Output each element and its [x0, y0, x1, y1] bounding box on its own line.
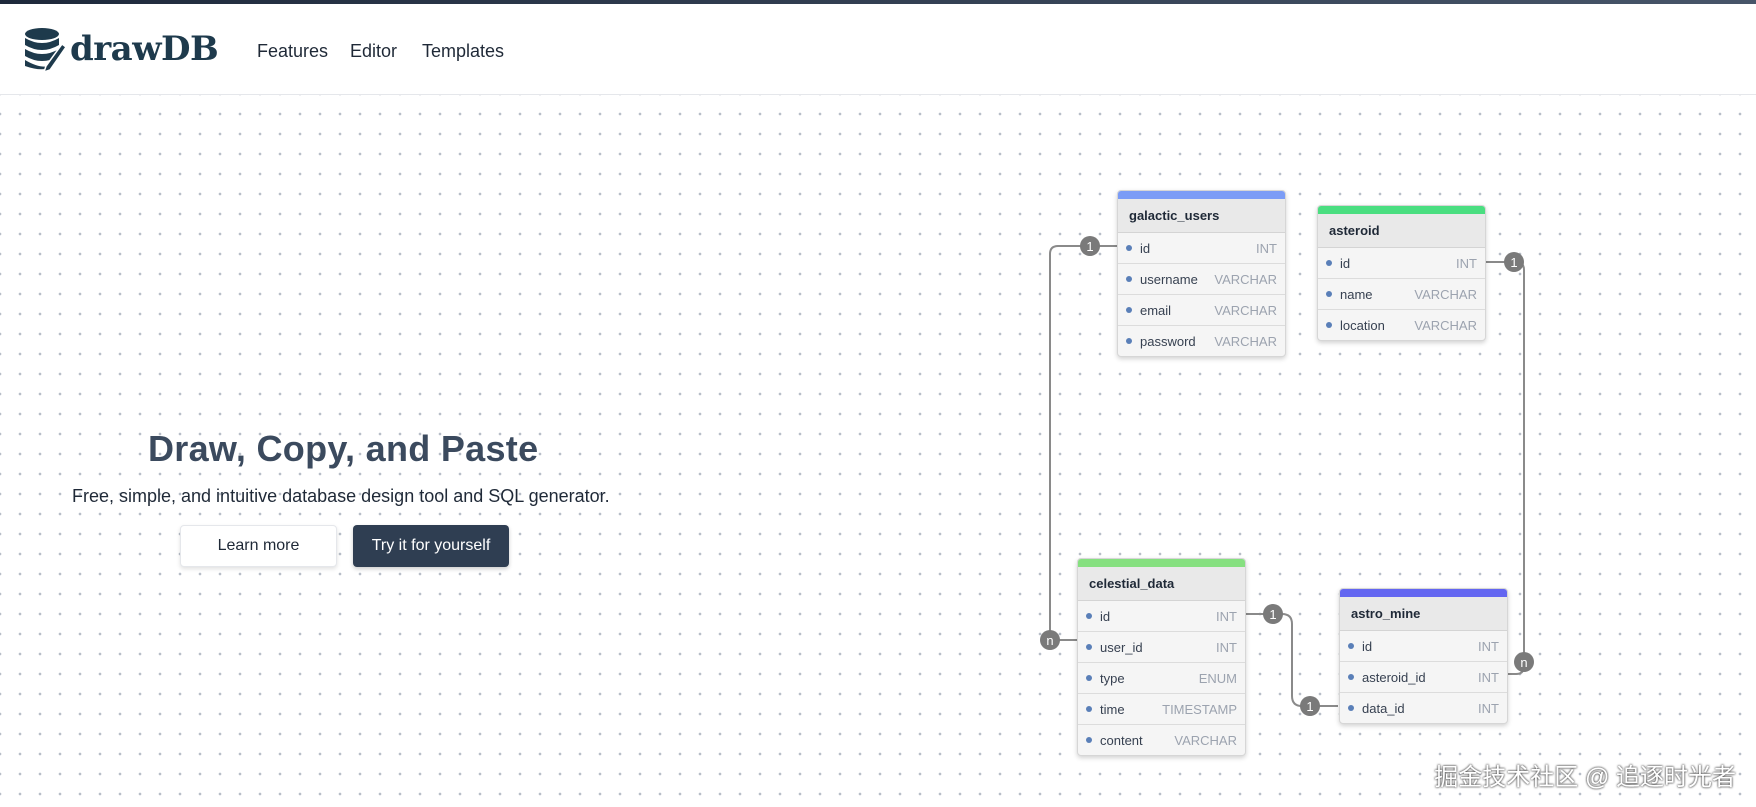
field-name: asteroid_id: [1362, 669, 1426, 685]
field-type: INT: [1478, 700, 1499, 716]
field-name: type: [1100, 670, 1125, 686]
field-type: INT: [1256, 240, 1277, 256]
field-type: VARCHAR: [1414, 317, 1477, 333]
field-dot: [1086, 737, 1092, 743]
table-asteroid[interactable]: asteroid id INT name VARCHAR location VARCH…: [1317, 205, 1486, 341]
field-dot: [1126, 338, 1132, 344]
nav-link-features[interactable]: Features: [257, 41, 328, 62]
field-dot: [1126, 245, 1132, 251]
field-row[interactable]: username VARCHAR: [1118, 264, 1285, 295]
field-type: ENUM: [1198, 670, 1237, 686]
table-galactic-users[interactable]: galactic_users id INT username VARCHAR ema…: [1117, 190, 1286, 357]
learn-more-button[interactable]: Learn more: [180, 525, 337, 567]
table-color-bar: [1318, 206, 1485, 214]
field-dot: [1326, 322, 1332, 328]
field-name: email: [1140, 302, 1172, 318]
field-type: VARCHAR: [1214, 271, 1277, 287]
field-name: user_id: [1100, 639, 1143, 655]
watermark: 掘金技术社区 @ 追逐时光者: [1434, 764, 1736, 791]
table-title: galactic_users: [1118, 199, 1285, 233]
field-dot: [1348, 643, 1354, 649]
field-name: id: [1340, 255, 1351, 271]
field-row[interactable]: user_id INT: [1078, 632, 1245, 663]
field-type: VARCHAR: [1414, 286, 1477, 302]
field-dot: [1086, 613, 1092, 619]
field-type: TIMESTAMP: [1162, 701, 1237, 717]
database-icon: [22, 26, 66, 72]
field-dot: [1348, 705, 1354, 711]
field-row[interactable]: id INT: [1318, 248, 1485, 279]
field-row[interactable]: password VARCHAR: [1118, 326, 1285, 356]
field-name: id: [1140, 240, 1151, 256]
table-color-bar: [1078, 559, 1245, 567]
field-dot: [1126, 276, 1132, 282]
field-dot: [1086, 706, 1092, 712]
field-dot: [1126, 307, 1132, 313]
field-name: data_id: [1362, 700, 1405, 716]
field-dot: [1086, 644, 1092, 650]
field-row[interactable]: asteroid_id INT: [1340, 662, 1507, 693]
field-row[interactable]: id INT: [1118, 233, 1285, 264]
table-color-bar: [1118, 191, 1285, 199]
field-type: INT: [1216, 639, 1237, 655]
hero-subtitle: Free, simple, and intuitive database des…: [72, 486, 610, 506]
field-type: VARCHAR: [1174, 732, 1237, 748]
table-astro-mine[interactable]: astro_mine id INT asteroid_id INT data_id I…: [1339, 588, 1508, 724]
field-row[interactable]: id INT: [1078, 601, 1245, 632]
field-row[interactable]: email VARCHAR: [1118, 295, 1285, 326]
field-row[interactable]: name VARCHAR: [1318, 279, 1485, 310]
field-row[interactable]: content VARCHAR: [1078, 725, 1245, 755]
field-row[interactable]: id INT: [1340, 631, 1507, 662]
field-row[interactable]: type ENUM: [1078, 663, 1245, 694]
table-celestial-data[interactable]: celestial_data id INT user_id INT type ENUM…: [1077, 558, 1246, 756]
brand-logo[interactable]: drawDB: [22, 26, 219, 72]
field-type: VARCHAR: [1214, 333, 1277, 349]
field-type: INT: [1478, 669, 1499, 685]
brand-name: drawDB: [70, 29, 219, 69]
field-name: name: [1340, 286, 1373, 302]
field-name: username: [1140, 271, 1198, 287]
field-dot: [1326, 291, 1332, 297]
try-it-button[interactable]: Try it for yourself: [353, 525, 509, 567]
field-name: password: [1140, 333, 1196, 349]
field-name: id: [1100, 608, 1111, 624]
field-name: location: [1340, 317, 1385, 333]
field-row[interactable]: location VARCHAR: [1318, 310, 1485, 340]
field-type: INT: [1216, 608, 1237, 624]
field-dot: [1326, 260, 1332, 266]
table-title: asteroid: [1318, 214, 1485, 248]
nav-link-templates[interactable]: Templates: [422, 41, 504, 62]
field-dot: [1086, 675, 1092, 681]
field-name: time: [1100, 701, 1125, 717]
field-row[interactable]: time TIMESTAMP: [1078, 694, 1245, 725]
nav-link-editor[interactable]: Editor: [350, 41, 397, 62]
hero-title: Draw, Copy, and Paste: [148, 428, 539, 469]
field-type: VARCHAR: [1214, 302, 1277, 318]
field-dot: [1348, 674, 1354, 680]
field-row[interactable]: data_id INT: [1340, 693, 1507, 723]
table-title: celestial_data: [1078, 567, 1245, 601]
field-name: content: [1100, 732, 1143, 748]
field-type: INT: [1456, 255, 1477, 271]
table-title: astro_mine: [1340, 597, 1507, 631]
navbar: drawDB Features Editor Templates: [0, 4, 1756, 95]
field-type: INT: [1478, 638, 1499, 654]
table-color-bar: [1340, 589, 1507, 597]
field-name: id: [1362, 638, 1373, 654]
